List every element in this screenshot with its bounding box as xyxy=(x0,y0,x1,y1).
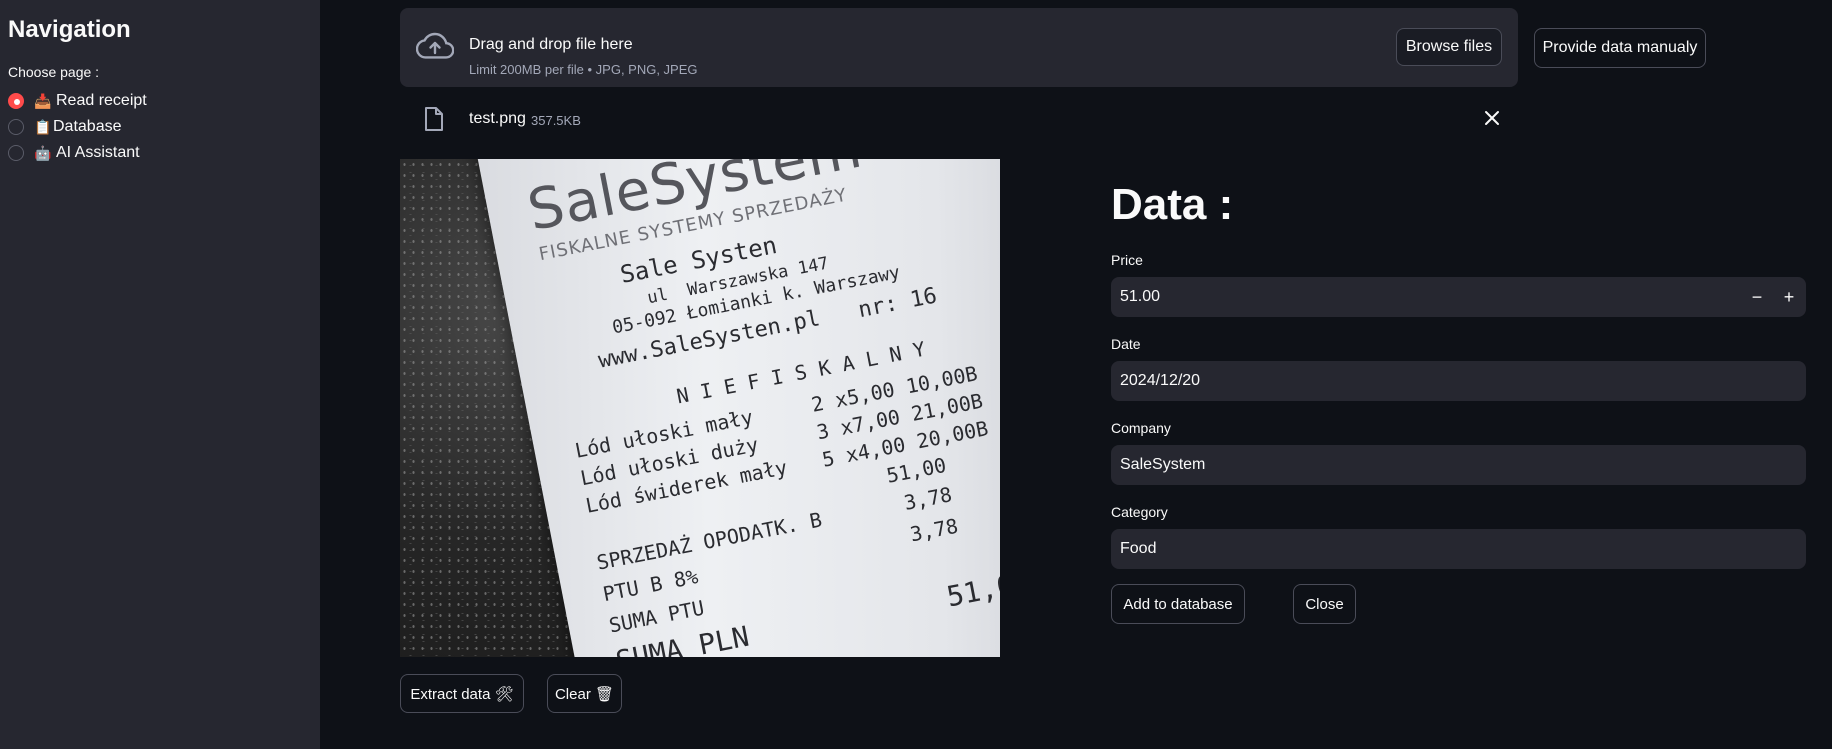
data-form-title: Data : xyxy=(1111,180,1234,229)
radio-label-read-receipt: Read receipt xyxy=(56,92,147,109)
price-value: 51.00 xyxy=(1120,288,1161,305)
choose-page-label: Choose page : xyxy=(8,64,100,80)
dropzone-title: Drag and drop file here xyxy=(469,36,633,53)
price-label: Price xyxy=(1111,252,1143,268)
radio-selected-icon[interactable] xyxy=(8,93,24,109)
decrement-minus-icon[interactable]: − xyxy=(1742,277,1772,317)
company-value: SaleSystem xyxy=(1120,456,1206,473)
radio-label-database: Database xyxy=(53,118,122,135)
radio-unselected-icon[interactable] xyxy=(8,145,24,161)
extract-data-button[interactable]: Extract data 🛠 xyxy=(400,674,524,713)
category-value: Food xyxy=(1120,540,1157,557)
radio-database[interactable]: 📋 Database xyxy=(8,116,122,138)
inbox-tray-icon: 📥 xyxy=(34,92,52,109)
receipt-image: SaleSystem FISKALNE SYSTEMY SPRZEDAŻY Sa… xyxy=(400,159,1000,657)
browse-files-button[interactable]: Browse files xyxy=(1396,28,1502,66)
radio-read-receipt[interactable]: 📥 Read receipt xyxy=(8,90,147,112)
radio-label-ai-assistant: AI Assistant xyxy=(56,144,140,161)
price-number-input[interactable]: 51.00 − + xyxy=(1111,277,1806,317)
company-label: Company xyxy=(1111,420,1171,436)
date-input[interactable]: 2024/12/20 xyxy=(1111,361,1806,401)
date-label: Date xyxy=(1111,336,1141,352)
cloud-upload-icon xyxy=(416,32,454,59)
dropzone-limit-text: Limit 200MB per file • JPG, PNG, JPEG xyxy=(469,62,698,77)
uploaded-file-size: 357.5KB xyxy=(531,113,581,128)
robot-icon: 🤖 xyxy=(34,144,52,161)
sidebar: Navigation Choose page : 📥 Read receipt … xyxy=(0,0,320,749)
file-uploader-dropzone[interactable]: Drag and drop file here Limit 200MB per … xyxy=(400,8,1518,87)
clipboard-icon: 📋 xyxy=(34,118,52,135)
sidebar-title: Navigation xyxy=(8,16,131,43)
radio-unselected-icon[interactable] xyxy=(8,119,24,135)
provide-data-manually-button[interactable]: Provide data manualy xyxy=(1534,28,1706,68)
uploaded-file-name: test.png xyxy=(469,110,526,127)
file-icon xyxy=(425,107,443,131)
company-input[interactable]: SaleSystem xyxy=(1111,445,1806,485)
date-value: 2024/12/20 xyxy=(1120,372,1201,389)
add-to-database-button[interactable]: Add to database xyxy=(1111,584,1245,624)
increment-plus-icon[interactable]: + xyxy=(1774,277,1804,317)
radio-ai-assistant[interactable]: 🤖 AI Assistant xyxy=(8,142,140,164)
category-input[interactable]: Food xyxy=(1111,529,1806,569)
clear-button[interactable]: Clear 🗑 xyxy=(547,674,622,713)
remove-file-close-icon[interactable] xyxy=(1482,108,1502,128)
category-label: Category xyxy=(1111,504,1168,520)
close-button[interactable]: Close xyxy=(1293,584,1356,624)
